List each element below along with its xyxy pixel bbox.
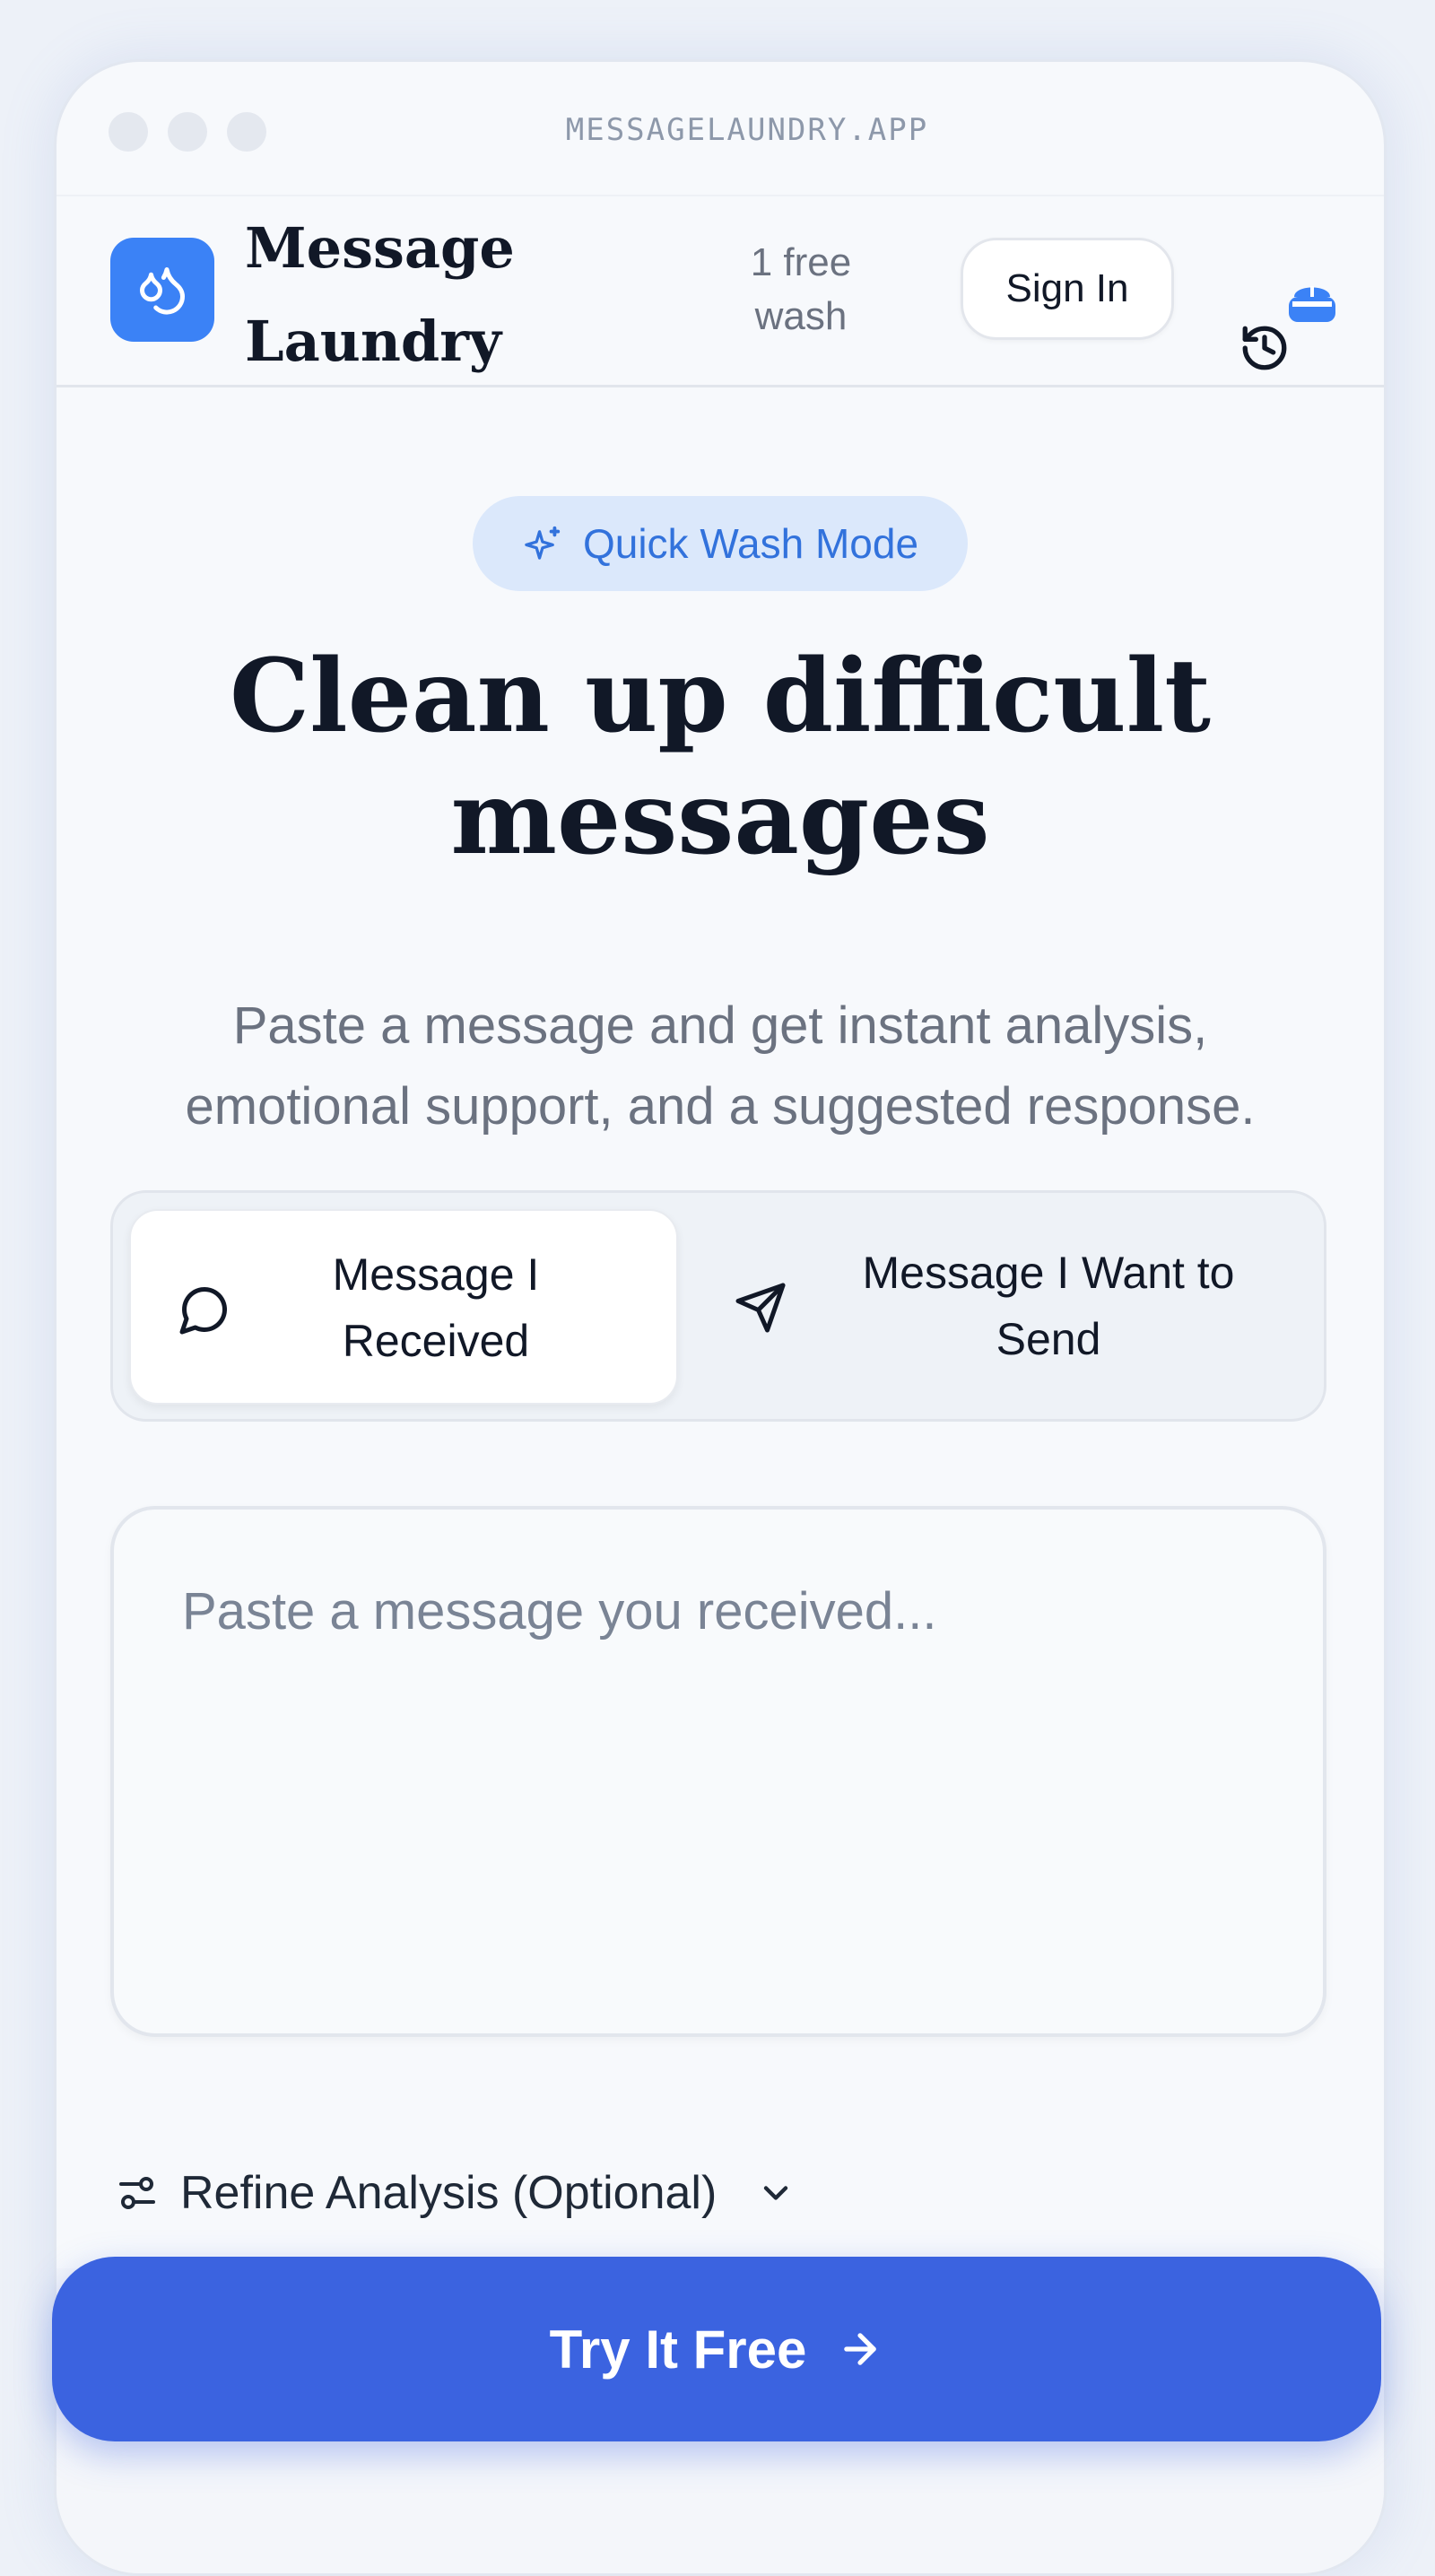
brand-line-2: Laundry — [245, 309, 501, 374]
brand-name[interactable]: Message Laundry — [245, 202, 515, 388]
quick-wash-mode-badge[interactable]: Quick Wash Mode — [473, 496, 968, 591]
basket-badge-icon[interactable] — [1287, 279, 1337, 324]
send-icon — [735, 1283, 786, 1333]
arrow-right-icon — [844, 2333, 877, 2365]
site-header: Message Laundry 1 free wash Sign In — [57, 196, 1384, 387]
tab-received-line-2: Received — [342, 1316, 530, 1366]
message-input[interactable] — [110, 1506, 1326, 2037]
page-title: Clean up difficult messages — [57, 636, 1384, 880]
tab-message-received[interactable]: Message I Received — [129, 1209, 678, 1405]
tab-received-line-1: Message I — [332, 1249, 540, 1300]
free-line-2: wash — [754, 294, 848, 338]
tab-send-line-1: Message I Want to — [862, 1248, 1235, 1298]
try-it-free-button[interactable]: Try It Free — [52, 2257, 1381, 2441]
app-window: MESSAGELAUNDRY.APP Message Laundry 1 fre… — [54, 59, 1387, 2576]
brand-line-1: Message — [245, 215, 515, 281]
sign-in-button[interactable]: Sign In — [961, 238, 1174, 340]
page-subtitle: Paste a message and get instant analysis… — [110, 986, 1330, 1147]
subtitle-line-1: Paste a message and get instant analysis… — [232, 996, 1208, 1055]
refine-analysis-toggle[interactable]: Refine Analysis (Optional) — [116, 2157, 796, 2229]
tab-send-label: Message I Want to Send — [802, 1240, 1295, 1372]
history-icon[interactable] — [1239, 322, 1291, 374]
logo[interactable] — [110, 238, 214, 342]
free-wash-count: 1 free wash — [711, 236, 891, 344]
browser-titlebar: MESSAGELAUNDRY.APP — [57, 62, 1384, 196]
sparkles-icon — [525, 526, 561, 560]
tab-message-send[interactable]: Message I Want to Send — [694, 1209, 1313, 1405]
refine-analysis-label: Refine Analysis (Optional) — [180, 2167, 718, 2219]
tab-received-label: Message I Received — [248, 1241, 624, 1374]
tab-send-line-2: Send — [996, 1314, 1101, 1364]
try-it-free-label: Try It Free — [549, 2319, 807, 2380]
quick-wash-mode-label: Quick Wash Mode — [582, 520, 919, 567]
title-line-2: messages — [450, 760, 990, 877]
message-type-toggle: Message I Received Message I Want to Sen… — [110, 1190, 1326, 1422]
free-line-1: 1 free — [750, 240, 852, 284]
subtitle-line-2: emotional support, and a suggested respo… — [185, 1077, 1256, 1136]
sliders-icon — [119, 2177, 155, 2209]
chat-bubble-icon — [179, 1286, 228, 1335]
title-line-1: Clean up difficult — [230, 638, 1211, 755]
chevron-down-icon — [764, 2186, 788, 2200]
water-drops-icon — [140, 267, 186, 315]
url-text: MESSAGELAUNDRY.APP — [565, 112, 929, 148]
